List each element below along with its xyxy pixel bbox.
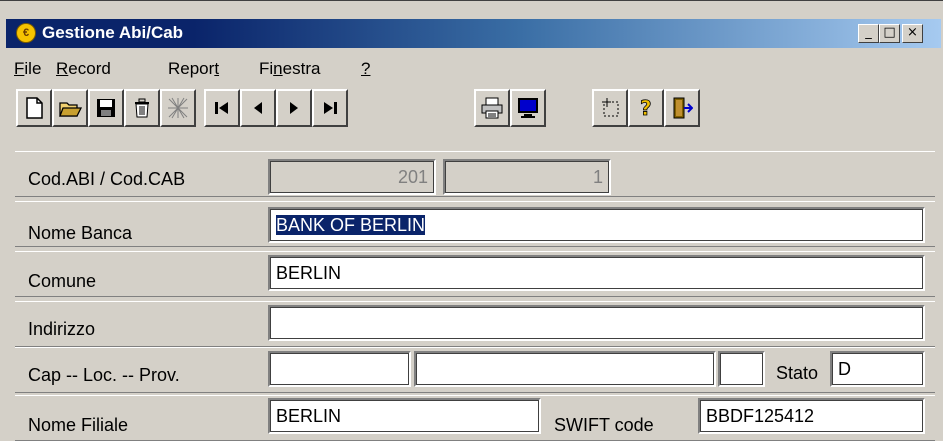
preview-monitor-icon <box>518 98 538 118</box>
previous-record-button[interactable] <box>240 89 276 127</box>
cancel-hatch-icon <box>168 97 188 119</box>
indirizzo-field[interactable] <box>268 305 925 341</box>
menu-report[interactable]: Report <box>168 59 219 79</box>
minimize-button[interactable]: _ <box>858 24 879 43</box>
open-button[interactable] <box>52 89 88 127</box>
nome-filiale-label: Nome Filiale <box>28 415 129 435</box>
menu-accelerator: R <box>56 59 69 78</box>
help-question-icon: ? <box>640 97 652 119</box>
app-window: € Gestione Abi/Cab _ □ × File Record Rep… <box>0 0 943 441</box>
exit-button[interactable] <box>664 89 700 127</box>
preview-button[interactable] <box>510 89 546 127</box>
cancel-button[interactable] <box>160 89 196 127</box>
comune-field[interactable]: BERLIN <box>268 255 925 291</box>
cap-field[interactable] <box>268 351 411 387</box>
localita-field[interactable] <box>414 351 716 387</box>
window-title: Gestione Abi/Cab <box>42 23 184 42</box>
save-button[interactable] <box>88 89 124 127</box>
next-record-button[interactable] <box>276 89 312 127</box>
first-record-button[interactable] <box>204 89 240 127</box>
menu-record[interactable]: Record <box>56 59 111 79</box>
print-icon <box>481 97 503 119</box>
exit-door-icon <box>673 97 693 119</box>
stato-field[interactable]: D <box>830 351 925 387</box>
menu-accelerator: t <box>214 59 220 78</box>
stato-label: Stato <box>776 363 819 383</box>
menu-accelerator: n <box>273 59 283 78</box>
nome-banca-selected-text: BANK OF BERLIN <box>276 215 426 235</box>
nome-banca-label: Nome Banca <box>28 223 133 243</box>
first-record-icon <box>215 102 228 114</box>
title-bar[interactable]: € Gestione Abi/Cab _ □ × <box>6 19 941 48</box>
last-record-icon <box>324 102 337 114</box>
nome-banca-field[interactable]: BANK OF BERLIN <box>268 207 925 243</box>
menu-accelerator: ? <box>361 59 371 78</box>
svg-text:?: ? <box>640 97 652 119</box>
maximize-button[interactable]: □ <box>879 24 900 43</box>
provincia-field[interactable] <box>718 351 765 387</box>
menu-finestra[interactable]: Finestra <box>259 59 320 79</box>
comune-label: Comune <box>28 271 97 291</box>
next-record-icon <box>290 102 298 114</box>
delete-trash-icon <box>135 98 149 118</box>
previous-record-icon <box>254 102 262 114</box>
cab-code-field: 1 <box>443 159 611 195</box>
help-button[interactable]: ? <box>628 89 664 127</box>
abi-code-field: 201 <box>268 159 436 195</box>
swift-code-label: SWIFT code <box>554 415 654 435</box>
new-document-icon <box>26 97 43 119</box>
print-button[interactable] <box>474 89 510 127</box>
close-button[interactable]: × <box>902 24 923 43</box>
swift-code-field[interactable]: BBDF125412 <box>698 398 925 434</box>
menu-file[interactable]: File <box>14 59 41 79</box>
app-logo-icon[interactable]: € <box>16 23 36 43</box>
menu-accelerator: F <box>14 59 25 78</box>
save-disk-icon <box>97 99 115 117</box>
menu-help[interactable]: ? <box>361 59 370 79</box>
select-area-button[interactable] <box>592 89 628 127</box>
nome-filiale-field[interactable]: BERLIN <box>268 398 541 434</box>
delete-button[interactable] <box>124 89 160 127</box>
indirizzo-label: Indirizzo <box>28 319 96 339</box>
last-record-button[interactable] <box>312 89 348 127</box>
open-folder-icon <box>59 102 82 117</box>
select-area-icon <box>602 98 619 117</box>
new-record-button[interactable] <box>16 89 52 127</box>
abi-cab-label: Cod.ABI / Cod.CAB <box>28 169 186 189</box>
cap-loc-prov-label: Cap -- Loc. -- Prov. <box>28 365 180 385</box>
